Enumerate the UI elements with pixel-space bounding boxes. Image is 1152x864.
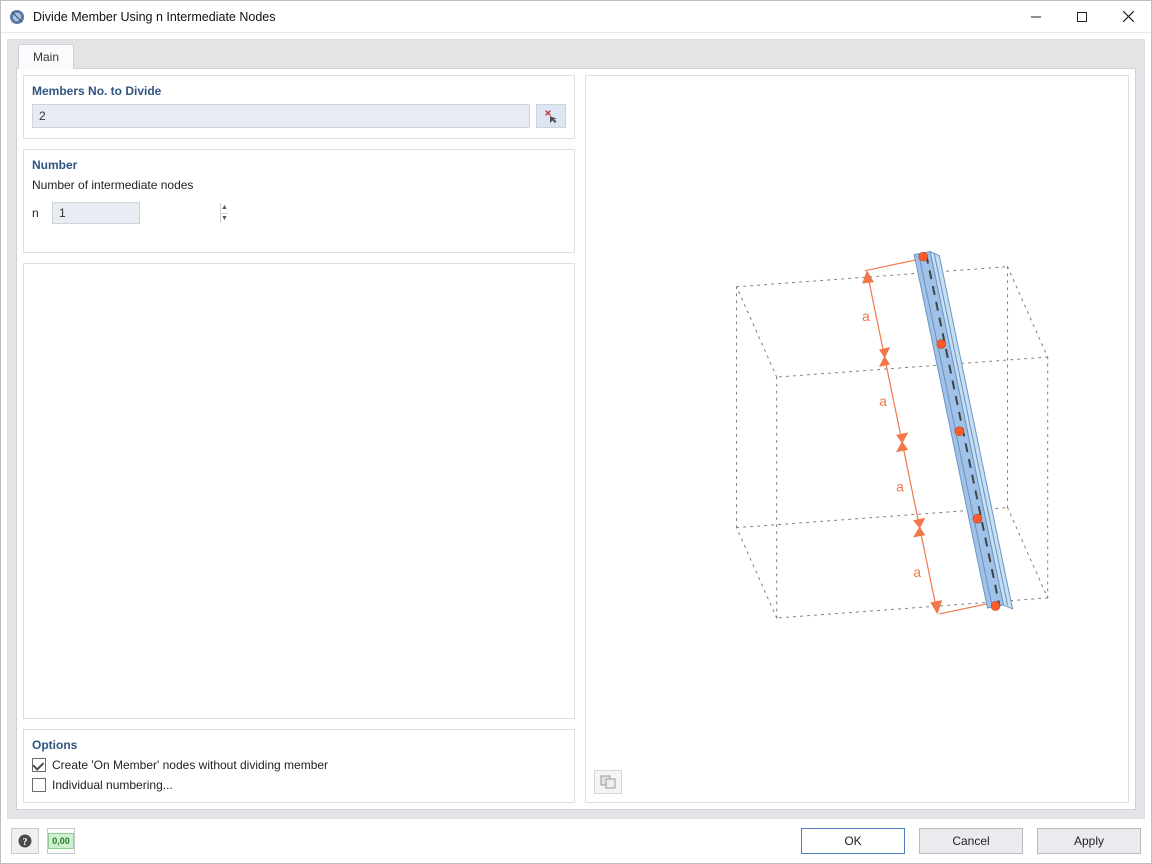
close-button[interactable]	[1105, 1, 1151, 33]
members-panel-title: Members No. to Divide	[32, 84, 566, 98]
dim-label-a-2: a	[879, 393, 887, 409]
svg-text:?: ?	[23, 837, 28, 848]
ok-button[interactable]: OK	[801, 828, 905, 854]
dim-label-a-3: a	[896, 479, 904, 495]
apply-button-label: Apply	[1074, 834, 1104, 848]
apply-button[interactable]: Apply	[1037, 828, 1141, 854]
empty-panel	[23, 263, 575, 719]
help-button[interactable]: ?	[11, 828, 39, 854]
pick-in-view-button[interactable]	[536, 104, 566, 128]
ok-button-label: OK	[844, 834, 861, 848]
n-step-down[interactable]: ▼	[221, 214, 228, 224]
n-spinner[interactable]: ▲ ▼	[52, 202, 140, 224]
window-title: Divide Member Using n Intermediate Nodes	[33, 10, 275, 24]
titlebar: Divide Member Using n Intermediate Nodes	[1, 1, 1151, 33]
units-label: 0,00	[48, 833, 74, 849]
checkbox-on-member-label: Create 'On Member' nodes without dividin…	[52, 758, 328, 772]
options-panel: Options Create 'On Member' nodes without…	[23, 729, 575, 803]
checkbox-individual-numbering[interactable]	[32, 778, 46, 792]
preview-panel: a a a a	[585, 75, 1129, 803]
maximize-button[interactable]	[1059, 1, 1105, 33]
preview-options-button[interactable]	[594, 770, 622, 794]
checkbox-individual-numbering-label: Individual numbering...	[52, 778, 173, 792]
units-button[interactable]: 0,00	[47, 828, 75, 854]
options-panel-title: Options	[32, 738, 566, 752]
n-label: n	[32, 206, 46, 220]
dialog-button-bar: ? 0,00 OK Cancel Apply	[1, 819, 1151, 863]
tab-main-label: Main	[33, 50, 59, 64]
cancel-button[interactable]: Cancel	[919, 828, 1023, 854]
members-panel: Members No. to Divide	[23, 75, 575, 139]
dim-label-a-4: a	[913, 564, 921, 580]
dim-label-a-1: a	[862, 308, 870, 324]
intermediate-nodes-label: Number of intermediate nodes	[32, 178, 566, 192]
number-panel: Number Number of intermediate nodes n ▲ …	[23, 149, 575, 253]
minimize-button[interactable]	[1013, 1, 1059, 33]
tab-main[interactable]: Main	[18, 44, 74, 69]
cancel-button-label: Cancel	[952, 834, 989, 848]
preview-illustration: a a a a	[586, 76, 1128, 779]
n-step-up[interactable]: ▲	[221, 203, 228, 214]
members-to-divide-input[interactable]	[32, 104, 530, 128]
n-input[interactable]	[53, 203, 220, 223]
number-panel-title: Number	[32, 158, 566, 172]
app-icon	[9, 9, 25, 25]
tabstrip: Main	[8, 40, 1144, 68]
checkbox-on-member[interactable]	[32, 758, 46, 772]
